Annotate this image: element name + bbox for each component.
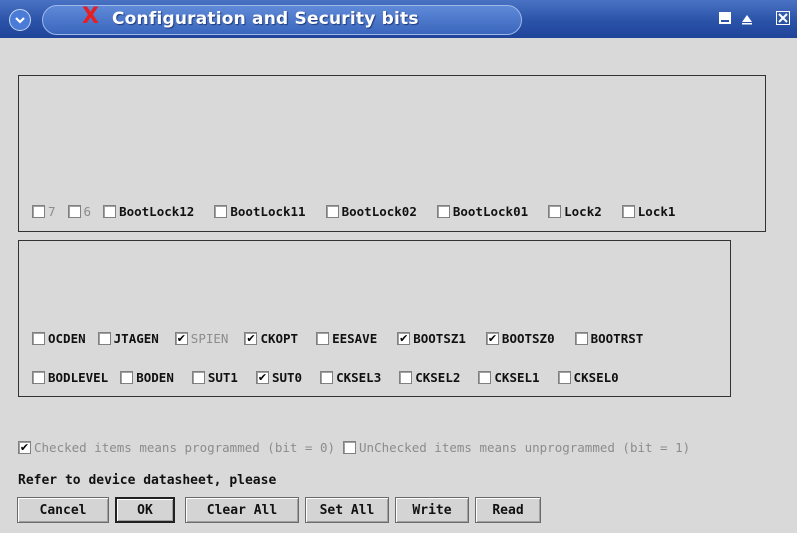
checkbox-bit-7[interactable]: 7 xyxy=(32,204,56,219)
legend-unchecked-text: UnChecked items means unprogrammed (bit … xyxy=(359,440,691,455)
checkbox-label: BOOTSZ0 xyxy=(501,331,555,346)
chevron-down-icon xyxy=(15,17,25,24)
checkbox-box[interactable] xyxy=(103,205,117,218)
legend-checked-box: ✔ xyxy=(18,441,31,454)
checkbox-label: BootLock01 xyxy=(452,204,529,219)
checkbox-label: BODEN xyxy=(136,370,174,385)
window-title: Configuration and Security bits xyxy=(112,9,419,29)
checkbox-bootrst[interactable]: BOOTRST xyxy=(574,331,644,346)
checkbox-box[interactable]: ✔ xyxy=(397,332,411,345)
checkbox-ocden[interactable]: OCDEN xyxy=(32,331,86,346)
checkbox-bootlock12[interactable]: BootLock12 xyxy=(103,204,194,219)
checkbox-box[interactable] xyxy=(325,205,339,218)
maximize-icon xyxy=(742,15,752,25)
checkbox-label: 6 xyxy=(83,204,92,219)
checkbox-label: CKSEL1 xyxy=(494,370,540,385)
checkbox-label: BootLock12 xyxy=(119,204,195,219)
fuse-low-row: BODLEVEL BODEN SUT1 ✔ SUT0 CKSEL3 CKSEL2… xyxy=(32,370,631,385)
checkbox-lock2[interactable]: Lock2 xyxy=(548,204,602,219)
checkbox-label: SUT0 xyxy=(271,370,303,385)
checkbox-cksel1[interactable]: CKSEL1 xyxy=(478,370,540,385)
checkbox-label: EESAVE xyxy=(332,331,378,346)
checkbox-jtagen[interactable]: JTAGEN xyxy=(97,331,159,346)
checkbox-box[interactable]: ✔ xyxy=(255,371,269,384)
lock-bits-row: 7 6 BootLock12 BootLock11 BootLock02 Boo… xyxy=(32,204,687,219)
write-button[interactable]: Write xyxy=(395,497,469,523)
checkbox-bootsz0[interactable]: ✔ BOOTSZ0 xyxy=(485,331,555,346)
checkbox-box[interactable] xyxy=(67,205,81,218)
checkbox-box[interactable] xyxy=(621,205,635,218)
checkbox-box[interactable] xyxy=(316,332,330,345)
cancel-button[interactable]: Cancel xyxy=(17,497,109,523)
checkbox-lock1[interactable]: Lock1 xyxy=(621,204,676,219)
maximize-button[interactable] xyxy=(738,9,756,27)
checkbox-box[interactable] xyxy=(191,371,205,384)
checkbox-bootlock11[interactable]: BootLock11 xyxy=(214,204,306,219)
checkbox-bootlock01[interactable]: BootLock01 xyxy=(436,204,529,219)
checkbox-box[interactable] xyxy=(32,332,45,345)
checkbox-cksel0[interactable]: CKSEL0 xyxy=(557,370,619,385)
checkbox-bit-6[interactable]: 6 xyxy=(67,204,92,219)
checkbox-cksel2[interactable]: CKSEL2 xyxy=(399,370,460,385)
datasheet-note: Refer to device datasheet, please xyxy=(18,473,277,488)
checkbox-label: Lock1 xyxy=(637,204,676,219)
checkbox-label: OCDEN xyxy=(48,331,86,346)
close-icon xyxy=(776,11,790,25)
checkbox-box[interactable] xyxy=(120,371,134,384)
checkbox-box[interactable] xyxy=(574,332,588,345)
checkbox-label: BODLEVEL xyxy=(48,370,109,385)
checkbox-box[interactable] xyxy=(478,371,492,384)
legend-checked-text: Checked items means programmed (bit = 0) xyxy=(34,440,336,455)
minimize-icon xyxy=(719,12,731,24)
checkbox-label: BootLock02 xyxy=(341,204,417,219)
legend-unchecked-box xyxy=(343,441,357,454)
checkbox-box[interactable] xyxy=(97,332,111,345)
checkbox-box[interactable] xyxy=(436,205,450,218)
checkbox-label: BOOTSZ1 xyxy=(413,331,466,346)
checkbox-label: CKSEL3 xyxy=(336,370,382,385)
checkbox-box[interactable] xyxy=(32,205,45,218)
checkbox-cksel3[interactable]: CKSEL3 xyxy=(320,370,381,385)
checkbox-label: CKOPT xyxy=(260,331,299,346)
window-menu-button[interactable] xyxy=(9,9,31,31)
checkbox-label: Lock2 xyxy=(564,204,602,219)
checkbox-box[interactable] xyxy=(399,371,413,384)
checkbox-bootsz1[interactable]: ✔ BOOTSZ1 xyxy=(397,331,466,346)
checkbox-label: CKSEL2 xyxy=(415,370,461,385)
checkbox-box[interactable] xyxy=(214,205,228,218)
checkbox-box[interactable] xyxy=(548,205,562,218)
checkbox-label: BootLock11 xyxy=(230,204,306,219)
set-all-button[interactable]: Set All xyxy=(305,497,389,523)
checkbox-ckopt[interactable]: ✔ CKOPT xyxy=(244,331,298,346)
ok-button[interactable]: OK xyxy=(115,497,175,523)
checkbox-boden[interactable]: BODEN xyxy=(120,370,174,385)
checkbox-label: CKSEL0 xyxy=(573,370,619,385)
fuse-high-row: OCDEN JTAGEN ✔ SPIEN ✔ CKOPT EESAVE ✔ BO… xyxy=(32,331,655,346)
checkbox-label: JTAGEN xyxy=(113,331,159,346)
button-row: Cancel OK Clear All Set All Write Read xyxy=(17,497,547,523)
checkbox-label: 7 xyxy=(48,204,56,219)
legend: ✔ Checked items means programmed (bit = … xyxy=(18,440,690,455)
checkbox-box[interactable]: ✔ xyxy=(485,332,499,345)
title-bar: X Configuration and Security bits xyxy=(0,0,797,38)
checkbox-sut1[interactable]: SUT1 xyxy=(191,370,238,385)
checkbox-sut0[interactable]: ✔ SUT0 xyxy=(255,370,303,385)
checkbox-bodlevel[interactable]: BODLEVEL xyxy=(32,370,108,385)
app-x-icon: X xyxy=(82,4,99,29)
checkbox-label: SUT1 xyxy=(207,370,238,385)
checkbox-box[interactable] xyxy=(32,371,45,384)
checkbox-box[interactable]: ✔ xyxy=(244,332,258,345)
close-button[interactable] xyxy=(774,9,792,27)
minimize-button[interactable] xyxy=(716,9,734,27)
checkbox-box[interactable] xyxy=(557,371,571,384)
clear-all-button[interactable]: Clear All xyxy=(185,497,299,523)
checkbox-label: SPIEN xyxy=(190,331,229,346)
checkbox-eesave[interactable]: EESAVE xyxy=(316,331,377,346)
checkbox-box[interactable]: ✔ xyxy=(174,332,188,345)
checkbox-bootlock02[interactable]: BootLock02 xyxy=(325,204,417,219)
read-button[interactable]: Read xyxy=(475,497,541,523)
checkbox-box[interactable] xyxy=(320,371,334,384)
checkbox-spien[interactable]: ✔ SPIEN xyxy=(174,331,229,346)
checkbox-label: BOOTRST xyxy=(590,331,644,346)
